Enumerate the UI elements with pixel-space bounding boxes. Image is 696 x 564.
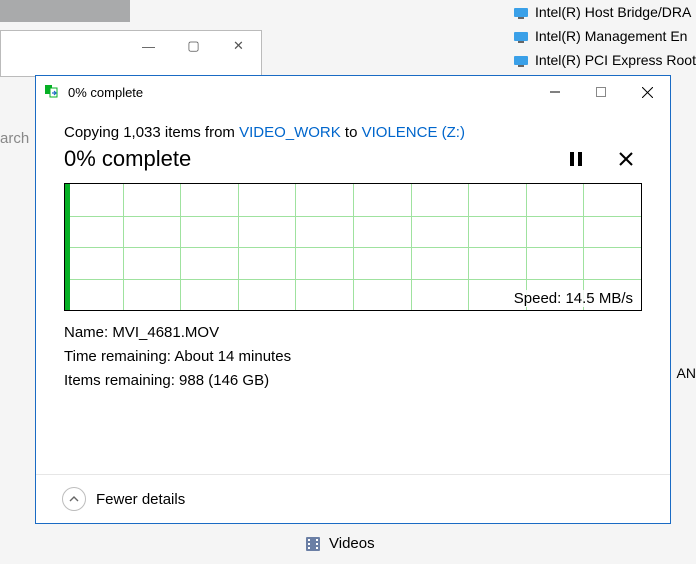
tree-item-label: Intel(R) Host Bridge/DRA [535, 0, 691, 24]
items-value: 988 (146 GB) [179, 372, 269, 389]
minimize-button[interactable] [532, 76, 578, 108]
speed-label: Speed: 14.5 MB/s [512, 290, 635, 307]
time-label: Time remaining: [64, 348, 174, 365]
graph-fill [65, 184, 70, 310]
maximize-button[interactable] [578, 76, 624, 108]
speed-graph: Speed: 14.5 MB/s [64, 183, 642, 311]
dest-link[interactable]: VIOLENCE (Z:) [362, 124, 465, 141]
bg-max-button[interactable]: ▢ [171, 31, 216, 61]
time-value: About 14 minutes [174, 348, 291, 365]
copy-icon [44, 84, 60, 100]
items-label: Items remaining: [64, 372, 179, 389]
copy-metadata: Name: MVI_4681.MOV Time remaining: About… [64, 321, 642, 393]
name-label: Name: [64, 324, 112, 341]
tree-item[interactable]: Intel(R) Management En [495, 24, 696, 48]
close-button[interactable] [624, 76, 670, 108]
source-link[interactable]: VIDEO_WORK [239, 124, 341, 141]
videos-folder[interactable]: Videos [305, 535, 375, 552]
cancel-button[interactable] [610, 143, 642, 175]
pause-button[interactable] [560, 143, 592, 175]
dialog-footer: Fewer details [36, 474, 670, 523]
name-value: MVI_4681.MOV [112, 324, 219, 341]
bg-text-arch: arch [0, 130, 29, 147]
device-tree-partial: Intel(R) Host Bridge/DRA Intel(R) Manage… [495, 0, 696, 72]
dialog-titlebar: 0% complete [36, 76, 670, 108]
videos-label: Videos [329, 535, 375, 552]
copy-progress-dialog: 0% complete Copying 1,033 items from VID… [35, 75, 671, 524]
bg-gray-block [0, 0, 130, 22]
bg-min-button[interactable]: — [126, 31, 171, 61]
percent-complete: 0% complete [64, 146, 191, 172]
fewer-details-link[interactable]: Fewer details [96, 491, 185, 508]
copy-prefix: Copying 1,033 items from [64, 124, 239, 141]
chevron-up-icon[interactable] [62, 487, 86, 511]
tree-item-label: Intel(R) PCI Express Root [535, 48, 696, 72]
film-icon [305, 536, 321, 552]
tree-item-label: Intel(R) Management En [535, 24, 688, 48]
copy-summary: Copying 1,033 items from VIDEO_WORK to V… [64, 124, 642, 141]
tree-item[interactable]: Intel(R) Host Bridge/DRA [495, 0, 696, 24]
bg-secondary-window: — ▢ ✕ [0, 30, 262, 77]
tree-item[interactable]: Intel(R) PCI Express Root [495, 48, 696, 72]
to-text: to [341, 124, 362, 141]
bg-close-button[interactable]: ✕ [216, 31, 261, 61]
bg-side-text: AN [677, 365, 696, 381]
dialog-title: 0% complete [68, 85, 143, 100]
